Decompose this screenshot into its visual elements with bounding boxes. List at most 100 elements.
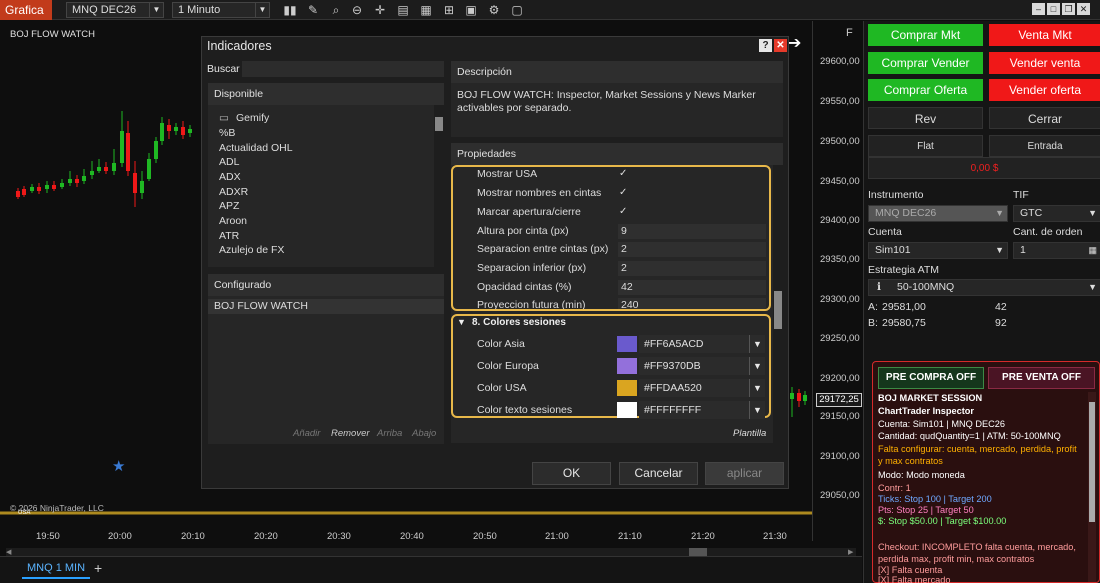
horizontal-scrollbar[interactable]: ◀ ▶ (6, 548, 856, 556)
maximize-button[interactable]: □ (1047, 3, 1060, 15)
remove-link[interactable]: Remover (331, 428, 370, 439)
scrollbar-thumb[interactable] (1089, 402, 1095, 522)
inspector-scrollbar[interactable] (1088, 392, 1096, 582)
sell-market-button[interactable]: Venta Mkt (989, 24, 1100, 46)
scroll-right-icon[interactable]: ▶ (848, 548, 853, 556)
list-item[interactable]: %B (219, 127, 235, 139)
pencil-icon[interactable]: ✎ (305, 2, 321, 18)
checkbox-show-usa[interactable]: ✓ (619, 168, 627, 179)
pre-sell-button[interactable]: PRE VENTA OFF (988, 367, 1095, 389)
drawing-tools-icon[interactable]: ⚙ (486, 2, 502, 18)
buy-ask-button[interactable]: Comprar Vender (868, 52, 983, 74)
ribbon-height-input[interactable]: 9 (618, 224, 766, 239)
cancel-button[interactable]: Cancelar (619, 462, 698, 485)
color-swatch-asia[interactable] (617, 336, 637, 352)
color-hex-usa[interactable]: #FFDAA520 (639, 379, 751, 397)
interval-selector[interactable]: 1 Minuto ▼ (172, 2, 270, 18)
list-item[interactable]: Gemify (236, 112, 269, 124)
list-item[interactable]: ADL (219, 156, 239, 168)
property-label: Proyeccion futura (min) (477, 299, 586, 311)
color-hex-text[interactable]: #FFFFFFFF (639, 401, 751, 419)
buy-market-button[interactable]: Comprar Mkt (868, 24, 983, 46)
chart-trader-icon[interactable]: ⊞ (441, 2, 457, 18)
close-window-button[interactable]: ✕ (1077, 3, 1090, 15)
buy-bid-button[interactable]: Comprar Oferta (868, 79, 983, 101)
info-icon[interactable]: ℹ (877, 280, 881, 295)
minimize-button[interactable]: – (1032, 3, 1045, 15)
app-title[interactable]: Grafica (0, 0, 52, 20)
search-input[interactable] (242, 61, 444, 77)
future-projection-input[interactable]: 240 (618, 298, 766, 309)
zoom-icon[interactable]: ⌕ (328, 2, 344, 18)
apply-button[interactable]: aplicar (705, 462, 784, 485)
list-item[interactable]: ADX (219, 171, 241, 183)
star-marker-icon[interactable]: ★ (112, 457, 125, 475)
configured-item-selected[interactable]: BOJ FLOW WATCH (208, 299, 444, 314)
list-item[interactable]: Azulejo de FX (219, 244, 284, 256)
sell-bid-button[interactable]: Vender oferta (989, 79, 1100, 101)
arrow-right-icon[interactable]: ➔ (788, 33, 801, 53)
property-label: Color USA (477, 382, 527, 394)
scroll-left-icon[interactable]: ◀ (6, 548, 11, 556)
scrollbar-thumb[interactable] (689, 548, 707, 556)
strategies-icon[interactable]: ▦ (418, 2, 434, 18)
tab-mnq-1-min[interactable]: MNQ 1 MIN (22, 559, 90, 579)
crosshair-icon[interactable]: ✛ (372, 2, 388, 18)
calculator-icon[interactable]: ▦ (1088, 243, 1097, 258)
sell-ask-button[interactable]: Vender venta (989, 52, 1100, 74)
checkbox-show-names[interactable]: ✓ (619, 187, 627, 198)
chevron-down-icon[interactable]: ▼ (749, 379, 765, 397)
help-button[interactable]: ? (759, 39, 772, 52)
reverse-button[interactable]: Rev (868, 107, 983, 129)
close-position-button[interactable]: Cerrar (989, 107, 1100, 129)
list-item[interactable]: APZ (219, 200, 239, 212)
restore-button[interactable]: ❐ (1062, 3, 1075, 15)
template-link[interactable]: Plantilla (733, 428, 766, 439)
chevron-down-icon[interactable]: ▼ (749, 335, 765, 353)
add-tab-button[interactable]: + (94, 560, 102, 576)
list-item[interactable]: ADXR (219, 186, 248, 198)
list-item[interactable]: Actualidad OHL (219, 142, 293, 154)
add-link[interactable]: Añadir (293, 428, 320, 439)
chevron-down-icon: ▼ (1088, 208, 1097, 218)
scrollbar-thumb[interactable] (435, 117, 443, 131)
property-label: Color texto sesiones (477, 404, 573, 416)
color-swatch-europa[interactable] (617, 358, 637, 374)
properties-icon[interactable]: ▤ (395, 2, 411, 18)
account-select[interactable]: Sim101 ▼ (868, 242, 1008, 259)
properties-scrollbar[interactable] (773, 165, 783, 443)
move-up-link[interactable]: Arriba (377, 428, 402, 439)
zoom-out-icon[interactable]: ⊖ (349, 2, 365, 18)
instrument-select[interactable]: MNQ DEC26 ▼ (868, 205, 1008, 222)
scrollbar-thumb[interactable] (774, 291, 782, 329)
inspector-line: Cantidad: qudQuantity=1 | ATM: 50-100MNQ (878, 431, 1061, 441)
move-down-link[interactable]: Abajo (412, 428, 436, 439)
color-hex-europa[interactable]: #FF9370DB (639, 357, 751, 375)
quantity-stepper[interactable]: 1 ▦ (1013, 242, 1100, 259)
color-swatch-usa[interactable] (617, 380, 637, 396)
bottom-spacing-input[interactable]: 2 (618, 261, 766, 276)
close-dialog-button[interactable]: ✕ (774, 39, 787, 52)
list-item[interactable]: Aroon (219, 215, 247, 227)
instrument-selector[interactable]: MNQ DEC26 ▼ (66, 2, 164, 18)
property-label: Separacion inferior (px) (477, 262, 587, 274)
checkbox-mark-open-close[interactable]: ✓ (619, 206, 627, 217)
snapshot-icon[interactable]: ▢ (509, 2, 525, 18)
collapse-icon[interactable]: ▼ (457, 317, 466, 327)
price-axis[interactable]: 29600,00 29550,00 29500,00 29450,00 2940… (812, 21, 862, 541)
ok-button[interactable]: OK (532, 462, 611, 485)
color-swatch-text[interactable] (617, 402, 637, 418)
ribbon-spacing-input[interactable]: 2 (618, 242, 766, 257)
atm-select[interactable]: ℹ 50-100MNQ ▼ (868, 279, 1100, 296)
list-item[interactable]: ATR (219, 230, 239, 242)
opacity-input[interactable]: 42 (618, 280, 766, 295)
templates-icon[interactable]: ▣ (463, 2, 479, 18)
chevron-down-icon[interactable]: ▼ (749, 401, 765, 419)
color-hex-asia[interactable]: #FF6A5ACD (639, 335, 751, 353)
price-tick: 29600,00 (820, 56, 860, 67)
available-scrollbar[interactable] (434, 105, 444, 267)
tif-select[interactable]: GTC ▼ (1013, 205, 1100, 222)
pre-buy-button[interactable]: PRE COMPRA OFF (878, 367, 984, 389)
chevron-down-icon[interactable]: ▼ (749, 357, 765, 375)
bars-icon[interactable]: ▮▮ (282, 2, 298, 18)
